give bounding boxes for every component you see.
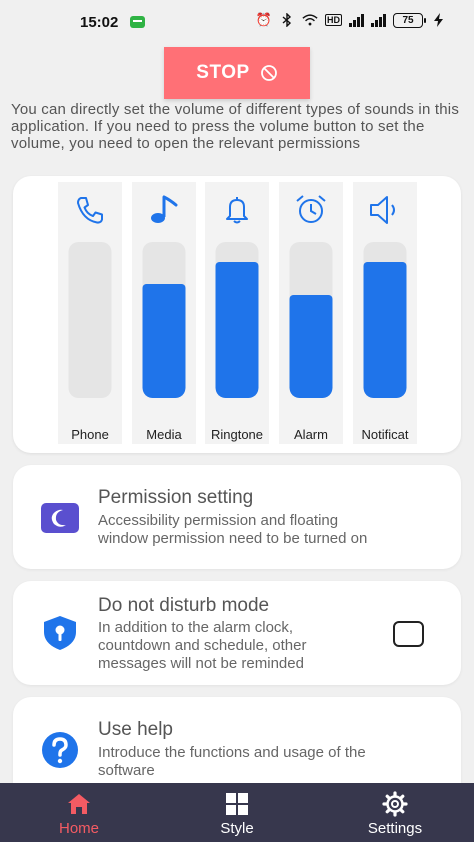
volume-card: Phone Media Ringtone Alarm Notificat: [13, 176, 461, 453]
prohibited-icon: [260, 65, 277, 81]
question-icon: [42, 732, 78, 768]
intro-text: You can directly set the volume of diffe…: [11, 101, 460, 152]
volume-slider-media[interactable]: [142, 242, 186, 398]
volume-channel-media[interactable]: Media: [132, 182, 196, 444]
hd-badge: HD: [325, 14, 342, 26]
permission-setting-desc-line2: window permission need to be turned on: [98, 530, 368, 547]
nav-settings[interactable]: Settings: [335, 783, 455, 842]
status-icons: ⏰ HD 75: [256, 12, 446, 28]
gear-icon: [382, 791, 408, 817]
use-help-desc-line1: Introduce the functions and usage of the: [98, 744, 366, 761]
do-not-disturb-checkbox[interactable]: [393, 621, 424, 647]
nav-style-label: Style: [220, 820, 254, 837]
permission-setting-title: Permission setting: [98, 487, 254, 508]
moon-icon: [41, 503, 79, 533]
signal-strength-icon-2: [371, 13, 386, 27]
volume-slider-phone[interactable]: [68, 242, 112, 398]
nav-style[interactable]: Style: [177, 783, 297, 842]
phone-icon: [77, 197, 103, 224]
music-note-icon: [151, 195, 178, 223]
do-not-disturb-desc-line2: countdown and schedule, other: [98, 637, 307, 654]
volume-slider-ringtone[interactable]: [215, 242, 259, 398]
charging-icon: [430, 12, 446, 28]
bell-icon: [226, 197, 248, 224]
bluetooth-icon: [279, 12, 295, 28]
volume-fill-media: [142, 284, 186, 398]
volume-label-media: Media: [146, 427, 182, 442]
use-help-card[interactable]: Use help Introduce the functions and usa…: [13, 697, 461, 783]
status-time: 15:02: [80, 14, 119, 31]
nav-home[interactable]: Home: [19, 783, 139, 842]
status-bar: 15:02 ⏰ HD 75: [0, 0, 474, 40]
volume-label-phone: Phone: [71, 427, 109, 442]
battery-icon: 75: [393, 12, 426, 28]
bottom-navigation: Home Style Settings: [0, 783, 474, 842]
permission-setting-card[interactable]: Permission setting Accessibility permiss…: [13, 465, 461, 569]
battery-level: 75: [402, 14, 414, 26]
do-not-disturb-desc-line3: messages will not be reminded: [98, 655, 304, 672]
volume-fill-ringtone: [215, 262, 259, 398]
signal-strength-icon: [349, 13, 364, 27]
do-not-disturb-card: Do not disturb mode In addition to the a…: [13, 581, 461, 685]
volume-channel-ringtone[interactable]: Ringtone: [205, 182, 269, 444]
wifi-icon: [302, 12, 318, 28]
home-icon: [68, 794, 90, 814]
nav-home-label: Home: [58, 820, 99, 837]
volume-fill-notification: [363, 262, 407, 398]
stop-button[interactable]: STOP: [164, 47, 310, 99]
volume-slider-alarm[interactable]: [289, 242, 333, 398]
do-not-disturb-title: Do not disturb mode: [98, 595, 270, 616]
volume-channel-notification[interactable]: Notificat: [353, 182, 417, 444]
speaker-icon: [370, 196, 395, 224]
volume-label-notification: Notificat: [361, 427, 409, 442]
volume-label-ringtone: Ringtone: [210, 427, 264, 442]
volume-label-alarm: Alarm: [294, 427, 328, 442]
volume-slider-notification[interactable]: [363, 242, 407, 398]
alarm-status-icon: ⏰: [255, 12, 273, 27]
volume-channel-phone[interactable]: Phone: [58, 182, 122, 444]
permission-setting-desc-line1: Accessibility permission and floating: [98, 512, 339, 529]
message-notification-icon: [130, 16, 145, 28]
use-help-title: Use help: [98, 719, 173, 740]
shield-lock-icon: [44, 616, 76, 650]
alarm-clock-icon: [296, 195, 326, 223]
nav-settings-label: Settings: [367, 820, 423, 837]
stop-button-label: STOP: [196, 62, 250, 83]
use-help-desc-line2: software: [98, 762, 155, 779]
grid-icon: [226, 793, 248, 815]
volume-fill-alarm: [289, 295, 333, 398]
volume-channel-alarm[interactable]: Alarm: [279, 182, 343, 444]
do-not-disturb-desc-line1: In addition to the alarm clock,: [98, 619, 294, 636]
